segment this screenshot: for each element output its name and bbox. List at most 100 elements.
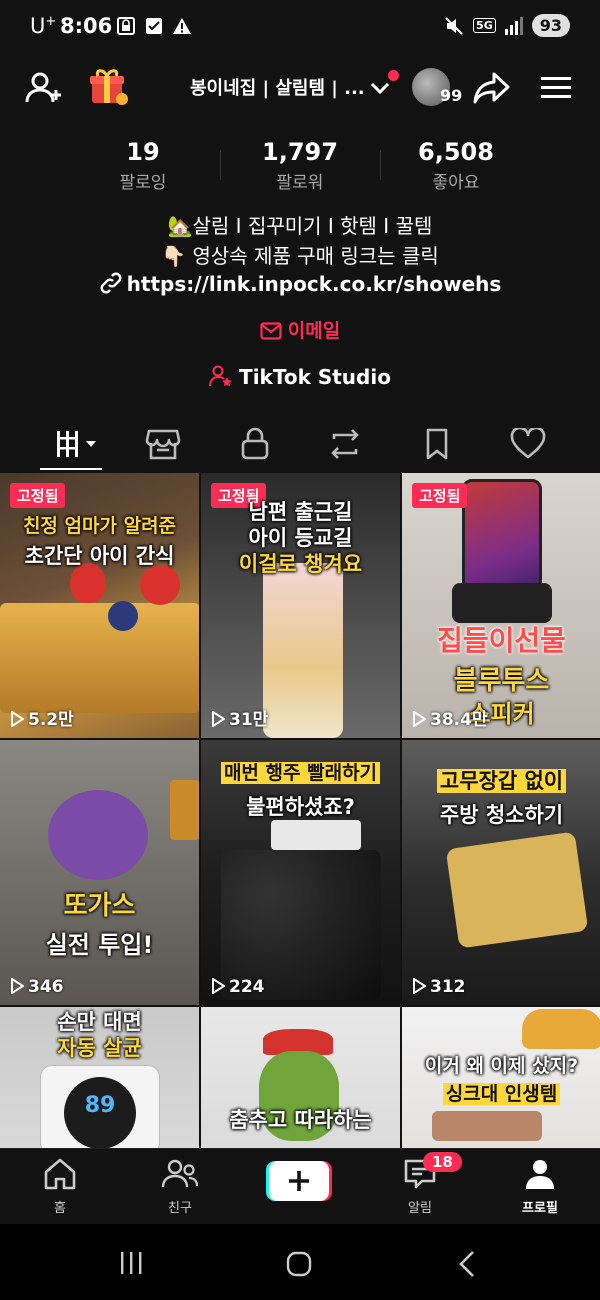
likes-count: 6,508 (418, 138, 494, 166)
video-caption: 집들이선물 (437, 624, 566, 657)
video-thumbnail[interactable]: 89 손만 대면 자동 살균 (0, 1007, 199, 1148)
french-toast-image (0, 603, 199, 713)
tab-favorites[interactable] (417, 424, 457, 464)
video-thumbnail[interactable]: 고무장갑 없이 주방 청소하기 312 (402, 740, 600, 1005)
video-caption: 이거 왜 이제 샀지? (424, 1055, 579, 1077)
video-caption: 자동 살균 (57, 1036, 142, 1060)
followers-count: 1,797 (262, 138, 338, 166)
email-button[interactable]: 이메일 (0, 316, 600, 343)
sink-item-image (432, 1111, 542, 1141)
profile-username[interactable]: 봉이네집 | 살림템 | ... (190, 74, 370, 100)
video-thumbnail[interactable]: 고정됨 집들이선물 블루투스 스피커 38.4만 (402, 473, 600, 738)
video-caption: 이걸로 챙겨요 (238, 552, 363, 576)
shop-icon (145, 429, 181, 460)
profile-header: 봉이네집 | 살림템 | ... 99 (0, 60, 600, 120)
nav-friends[interactable]: 친구 (130, 1157, 230, 1216)
warning-icon (172, 16, 192, 36)
network-label: 5G (473, 18, 496, 33)
chevron-down-icon[interactable] (368, 76, 392, 100)
nav-profile[interactable]: 프로필 (490, 1157, 590, 1216)
tab-private[interactable] (235, 424, 275, 464)
character-toy-image (48, 790, 148, 880)
cleaning-pad-image (445, 831, 589, 949)
battery-indicator: 93 (531, 14, 570, 37)
create-button[interactable] (266, 1161, 332, 1201)
notification-icons (116, 16, 192, 36)
mail-icon (260, 322, 282, 340)
add-user-icon[interactable] (24, 68, 64, 108)
video-caption: 아이 등교길 (248, 526, 353, 550)
following-label: 팔로잉 (119, 173, 167, 193)
bio-line: 👇🏻 영상속 제품 구매 링크는 클릭 (161, 244, 439, 268)
bio-link-text: https://link.inpock.co.kr/showehs (126, 272, 502, 296)
nav-home[interactable]: 홈 (10, 1157, 110, 1216)
content-tabs (0, 418, 600, 470)
lock-icon (241, 427, 269, 460)
gift-icon[interactable] (88, 66, 130, 108)
status-bar: U+ 8:06 5G 93 (0, 0, 600, 56)
play-icon (11, 977, 25, 995)
profile-icon (526, 1160, 554, 1189)
mug-image (170, 780, 199, 840)
video-caption: 불편하셨죠? (246, 795, 355, 819)
speaker-stand-image (452, 583, 552, 623)
home-icon (44, 1158, 76, 1190)
video-thumbnail[interactable]: 고정됨 남편 출근길 아이 등교길 이걸로 챙겨요 31만 (201, 473, 400, 738)
video-caption: 싱크대 인생템 (402, 1083, 600, 1107)
inbox-badge: 18 (423, 1152, 462, 1172)
video-caption: 매번 행주 빨래하기 (201, 762, 400, 786)
bottom-navigation: 홈 친구 알림 18 프로필 (0, 1148, 600, 1224)
tiktok-studio-button[interactable]: TikTok Studio (0, 364, 600, 389)
recent-apps-icon[interactable] (118, 1250, 144, 1280)
stat-divider (380, 150, 381, 180)
pinned-badge: 고정됨 (412, 483, 468, 508)
view-count: 5.2만 (10, 705, 74, 730)
tab-liked[interactable] (508, 424, 548, 464)
video-caption: 친정 엄마가 알려준 (22, 515, 177, 537)
profile-stats: 19 팔로잉 1,797 팔로워 6,508 좋아요 (0, 138, 600, 198)
followers-label: 팔로워 (276, 173, 324, 193)
home-button-icon[interactable] (285, 1250, 313, 1282)
repost-icon (331, 429, 359, 459)
friends-icon (161, 1159, 199, 1188)
likes-stat[interactable]: 6,508 좋아요 (391, 138, 521, 193)
mute-icon (445, 16, 463, 35)
menu-icon[interactable] (540, 74, 572, 102)
followers-stat[interactable]: 1,797 팔로워 (235, 138, 365, 193)
tab-shop[interactable] (143, 424, 183, 464)
plus-icon (266, 1161, 332, 1201)
back-icon[interactable] (456, 1250, 478, 1282)
link-icon (100, 272, 122, 294)
share-icon[interactable] (472, 70, 512, 106)
video-thumbnail[interactable]: 춤추고 따라하는 (201, 1007, 400, 1148)
tab-videos[interactable] (50, 424, 102, 464)
nav-friends-label: 친구 (168, 1201, 192, 1216)
pinned-badge: 고정됨 (10, 483, 66, 508)
video-thumbnail[interactable]: 이거 왜 이제 샀지? 싱크대 인생템 (402, 1007, 600, 1148)
following-stat[interactable]: 19 팔로잉 (78, 138, 208, 193)
view-count: 31만 (211, 705, 268, 730)
studio-user-icon (209, 365, 233, 387)
video-thumbnail[interactable]: 또가스 실전 투입! 346 (0, 740, 199, 1005)
carrier-label: U+ (30, 14, 57, 38)
video-thumbnail[interactable]: 고정됨 친정 엄마가 알려준 초간단 아이 간식 5.2만 (0, 473, 199, 738)
video-caption: 주방 청소하기 (439, 803, 564, 827)
video-caption: 고무장갑 없이 (402, 768, 600, 794)
video-caption: 또가스 (63, 891, 136, 921)
stat-divider (220, 150, 221, 180)
blueberry-image (108, 601, 138, 631)
view-count: 224 (211, 977, 265, 997)
heart-icon (510, 428, 546, 459)
check-icon (144, 16, 164, 36)
video-thumbnail[interactable]: 매번 행주 빨래하기 불편하셨죠? 224 (201, 740, 400, 1005)
tab-reposts[interactable] (325, 424, 365, 464)
strawberry-image (140, 565, 180, 605)
tiktok-studio-label: TikTok Studio (239, 365, 391, 389)
play-icon (413, 977, 427, 995)
notification-dot (388, 70, 399, 81)
bookmark-icon (426, 428, 448, 460)
cup-image (263, 563, 343, 738)
bio-link[interactable]: https://link.inpock.co.kr/showehs (0, 271, 600, 296)
signal-icon (504, 16, 523, 35)
active-tab-indicator (40, 468, 102, 470)
